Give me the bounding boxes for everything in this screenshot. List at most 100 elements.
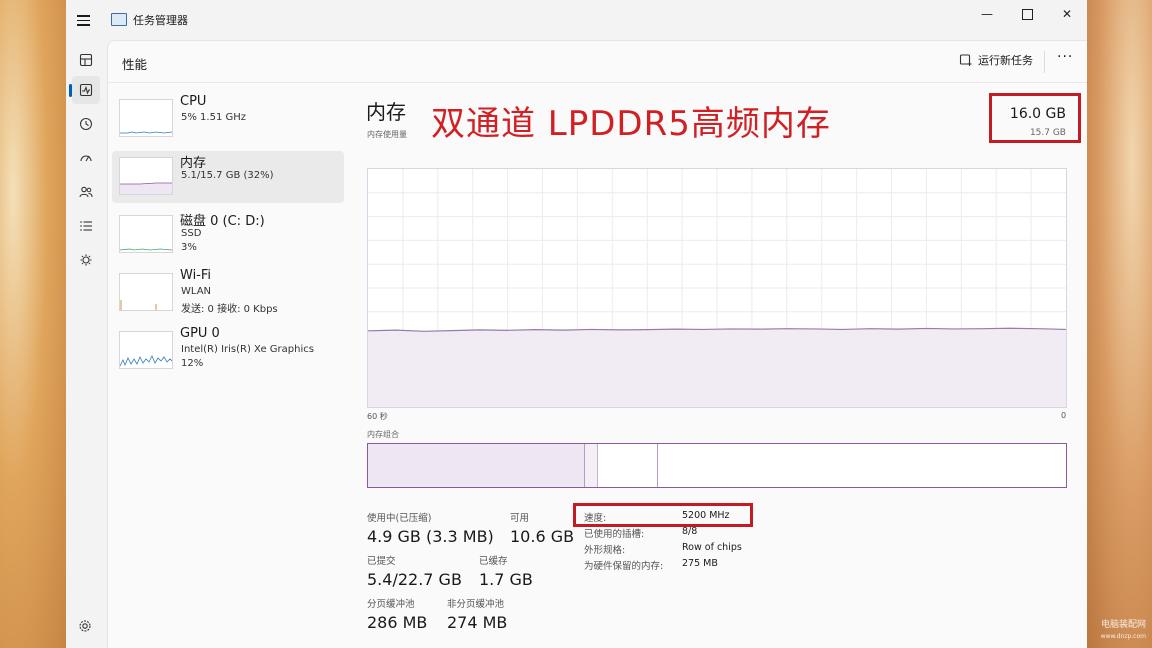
- memory-usage-chart: [368, 169, 1066, 407]
- details-icon: [80, 221, 92, 231]
- graph-axis-left: 60 秒: [367, 412, 388, 421]
- perf-item-gpu[interactable]: GPU 0 Intel(R) Iris(R) Xe Graphics 12%: [112, 325, 344, 377]
- page-title: 性能: [122, 57, 148, 72]
- memory-total-highlight: 16.0 GB 15.7 GB: [989, 93, 1081, 143]
- header-separator: [1044, 51, 1045, 73]
- perf-item-detail: WLAN: [181, 286, 212, 297]
- perf-item-wifi[interactable]: Wi-Fi WLAN 发送: 0 接收: 0 Kbps: [112, 267, 344, 319]
- stat-value: 286 MB: [367, 613, 428, 632]
- perf-item-name: CPU: [180, 94, 207, 109]
- perf-item-detail-2: 12%: [181, 358, 204, 369]
- promo-overlay-text: 双通道 LPDDR5高频内存: [431, 104, 831, 144]
- menu-icon[interactable]: [77, 12, 93, 28]
- spec-slots-label: 已使用的插槽:: [584, 529, 645, 540]
- stat-value: 4.9 GB (3.3 MB): [367, 527, 494, 546]
- spec-form-label: 外形规格:: [584, 545, 626, 556]
- stat-nonpaged-pool: 非分页缓冲池 274 MB: [447, 596, 507, 632]
- perf-item-detail: SSD: [181, 228, 202, 239]
- cpu-thumbnail-graph: [119, 99, 173, 137]
- composition-in-use[interactable]: [368, 444, 585, 487]
- perf-item-cpu[interactable]: CPU 5% 1.51 GHz: [112, 93, 344, 145]
- memory-usable: 15.7 GB: [1029, 128, 1066, 138]
- gpu-thumbnail-graph: [119, 331, 173, 369]
- stat-label: 已提交: [367, 556, 396, 567]
- title-bar: 任务管理器 — ✕: [66, 0, 1087, 40]
- wifi-thumbnail-graph: [119, 273, 173, 311]
- stat-value: 274 MB: [447, 613, 508, 632]
- task-manager-window: 任务管理器 — ✕ 性能 运行新任务 ··· CPU 5% 1.51 GHz 内…: [66, 0, 1087, 648]
- spec-form-value: Row of chips: [682, 542, 742, 553]
- perf-item-detail: 5.1/15.7 GB (32%): [181, 170, 274, 181]
- stat-value: 10.6 GB: [510, 527, 575, 546]
- services-icon: [80, 254, 92, 266]
- photo-background-right: [1086, 0, 1152, 648]
- perf-item-name: 磁盘 0 (C: D:): [180, 214, 265, 229]
- stat-label: 可用: [510, 513, 530, 524]
- nav-app-history[interactable]: [72, 110, 100, 138]
- nav-users[interactable]: [72, 178, 100, 206]
- usage-area: [368, 328, 1066, 407]
- minimize-button[interactable]: —: [967, 0, 1007, 28]
- stat-in-use: 使用中(已压缩) 4.9 GB (3.3 MB): [367, 510, 494, 546]
- more-options-button[interactable]: ···: [1057, 49, 1073, 65]
- watermark-line1: 电脑装配网: [1100, 620, 1146, 630]
- perf-item-disk[interactable]: 磁盘 0 (C: D:) SSD 3%: [112, 209, 344, 261]
- composition-standby[interactable]: [598, 444, 658, 487]
- composition-modified[interactable]: [585, 444, 598, 487]
- perf-item-name: Wi-Fi: [180, 268, 212, 283]
- stat-available: 可用 10.6 GB: [510, 510, 574, 546]
- settings-button[interactable]: [78, 618, 94, 634]
- page-header: 性能 运行新任务 ···: [108, 41, 1087, 83]
- task-manager-app-icon: [111, 13, 127, 26]
- startup-apps-icon: [80, 155, 92, 162]
- disk-thumbnail-graph: [119, 215, 173, 253]
- app-history-icon: [79, 117, 93, 131]
- stat-label: 非分页缓冲池: [447, 599, 505, 610]
- window-title: 任务管理器: [133, 14, 188, 27]
- spec-speed-label: 速度:: [584, 513, 607, 524]
- users-icon: [79, 186, 93, 198]
- perf-item-detail-2: 3%: [181, 242, 197, 253]
- main-content: 性能 运行新任务 ··· CPU 5% 1.51 GHz 内存 5.1/15.7…: [107, 40, 1087, 648]
- spec-reserved-label: 为硬件保留的内存:: [584, 561, 664, 572]
- memory-usage-graph: [367, 168, 1067, 408]
- graph-axis-right: 0: [1061, 411, 1067, 420]
- memory-usage-label: 内存使用量: [367, 130, 407, 139]
- run-task-icon: [959, 54, 972, 66]
- nav-startup-apps[interactable]: [72, 144, 100, 172]
- perf-item-name: GPU 0: [180, 326, 220, 341]
- stat-committed: 已提交 5.4/22.7 GB: [367, 553, 462, 589]
- memory-composition-label: 内存组合: [367, 430, 399, 439]
- spec-slots-value: 8/8: [682, 526, 698, 537]
- nav-rail: [66, 40, 106, 648]
- stat-cached: 已缓存 1.7 GB: [479, 553, 533, 589]
- stat-value: 1.7 GB: [479, 570, 533, 589]
- run-new-task-button[interactable]: 运行新任务: [959, 52, 1033, 68]
- nav-processes[interactable]: [72, 46, 100, 74]
- perf-item-detail: 5% 1.51 GHz: [181, 112, 247, 123]
- nav-services[interactable]: [72, 246, 100, 274]
- spec-speed-value: 5200 MHz: [682, 510, 730, 521]
- maximize-button[interactable]: [1007, 0, 1047, 28]
- stat-label: 已缓存: [479, 556, 508, 567]
- maximize-icon: [1021, 8, 1033, 20]
- stat-value: 5.4/22.7 GB: [367, 570, 462, 589]
- perf-item-name: 内存: [180, 156, 207, 171]
- close-button[interactable]: ✕: [1047, 0, 1087, 28]
- perf-item-memory[interactable]: 内存 5.1/15.7 GB (32%): [112, 151, 344, 203]
- nav-performance[interactable]: [69, 76, 100, 104]
- nav-details[interactable]: [72, 212, 100, 240]
- stat-label: 使用中(已压缩): [367, 513, 432, 524]
- spec-reserved-value: 275 MB: [682, 558, 718, 569]
- photo-background-left: [0, 0, 66, 648]
- performance-icon: [79, 83, 93, 97]
- processes-icon: [79, 53, 93, 67]
- perf-item-detail-2: 发送: 0 接收: 0 Kbps: [181, 304, 278, 315]
- watermark-line2: www.dnzp.com: [1100, 633, 1146, 640]
- performance-list: CPU 5% 1.51 GHz 内存 5.1/15.7 GB (32%) 磁盘 …: [112, 93, 344, 383]
- perf-item-detail: Intel(R) Iris(R) Xe Graphics: [181, 344, 314, 355]
- memory-total: 16.0 GB: [1009, 106, 1066, 122]
- memory-title: 内存: [366, 100, 406, 124]
- settings-icon: [79, 620, 91, 632]
- stat-label: 分页缓冲池: [367, 599, 415, 610]
